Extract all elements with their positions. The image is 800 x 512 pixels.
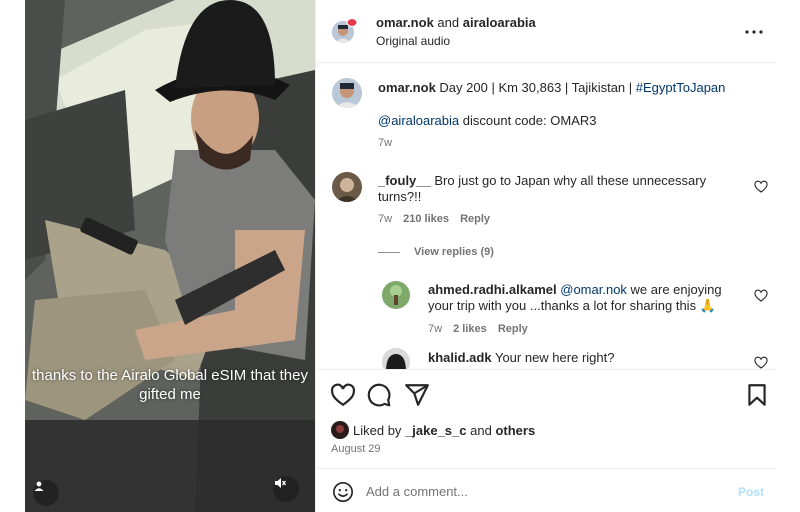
comment: ahmed.radhi.alkamel @omar.nok we are enj…: [428, 282, 738, 314]
caption-age[interactable]: 7w: [378, 137, 392, 149]
reply-button[interactable]: Reply: [460, 213, 490, 225]
mute-button[interactable]: [273, 476, 299, 502]
caption-text-2: discount code: OMAR3: [462, 113, 597, 128]
bookmark-icon[interactable]: [744, 382, 770, 408]
tagged-users-button[interactable]: [33, 480, 59, 506]
comment-composer: Post: [316, 468, 776, 512]
avatar[interactable]: [332, 78, 362, 108]
hashtag-link[interactable]: #EgyptToJapan: [636, 80, 726, 95]
post-header: omar.nok and airaloarabia Original audio: [316, 0, 776, 63]
person-icon: [34, 481, 44, 491]
collab-avatar[interactable]: [346, 15, 358, 27]
collab-username[interactable]: airaloarabia: [463, 15, 536, 30]
comment-meta: 7w 210 likes Reply: [378, 213, 498, 225]
post-side-panel: omar.nok and airaloarabia Original audio: [315, 0, 776, 512]
emoji-smiley-icon[interactable]: [332, 481, 354, 503]
liked-by-others[interactable]: others: [495, 423, 535, 438]
comment-username[interactable]: khalid.adk: [428, 350, 492, 365]
post-modal: thanks to the Airalo Global eSIM that th…: [0, 0, 800, 512]
profile-picture-icon: [382, 348, 410, 369]
caption-username[interactable]: omar.nok: [378, 80, 436, 95]
mention-link[interactable]: @omar.nok: [560, 282, 627, 297]
comment: khalid.adk Your new here right?: [428, 350, 738, 366]
reply-button[interactable]: Reply: [498, 323, 528, 335]
comment-username[interactable]: ahmed.radhi.alkamel: [428, 282, 557, 297]
audio-label[interactable]: Original audio: [376, 34, 450, 48]
view-replies-label: View replies (9): [414, 246, 494, 258]
mention-link[interactable]: @airaloarabia: [378, 113, 459, 128]
comment: _fouly__ Bro just go to Japan why all th…: [378, 173, 708, 205]
avatar[interactable]: [332, 172, 362, 202]
collab-logo-icon: [347, 19, 357, 26]
share-send-icon[interactable]: [404, 382, 430, 408]
profile-picture-icon: [332, 172, 362, 202]
avatar[interactable]: [382, 281, 410, 309]
heart-icon[interactable]: [754, 356, 768, 369]
video-frame-illustration: [25, 0, 315, 512]
profile-picture-icon: [382, 281, 410, 309]
comment-meta: 7w 2 likes Reply: [428, 323, 536, 335]
comment-likes[interactable]: 2 likes: [453, 323, 487, 335]
liked-by-and: and: [470, 422, 492, 438]
post-date[interactable]: August 29: [331, 443, 381, 455]
avatar[interactable]: [331, 421, 349, 439]
author-username[interactable]: omar.nok: [376, 15, 434, 30]
heart-icon[interactable]: [754, 180, 768, 194]
profile-picture-icon: [332, 78, 362, 108]
comment-input[interactable]: [366, 481, 716, 501]
comment-text: Your new here right?: [494, 350, 615, 365]
profile-picture-icon: [331, 421, 349, 439]
more-horizontal-icon: [745, 30, 763, 34]
comment-bubble-icon[interactable]: [366, 382, 392, 408]
caption-meta: 7w: [378, 137, 400, 149]
heart-icon[interactable]: [754, 289, 768, 303]
post-comment-button[interactable]: Post: [738, 485, 764, 499]
comment-age[interactable]: 7w: [378, 213, 392, 225]
post-caption-line2: @airaloarabia discount code: OMAR3: [378, 113, 758, 129]
post-actions: [316, 369, 776, 469]
comment-likes[interactable]: 210 likes: [403, 213, 449, 225]
post-caption: omar.nok Day 200 | Km 30,863 | Tajikista…: [378, 80, 758, 96]
post-header-title: omar.nok and airaloarabia: [376, 15, 536, 30]
speaker-muted-icon: [275, 478, 287, 488]
comment-age[interactable]: 7w: [428, 323, 442, 335]
comments-list[interactable]: omar.nok Day 200 | Km 30,863 | Tajikista…: [316, 64, 776, 369]
more-options-button[interactable]: [744, 22, 764, 42]
caption-text: Day 200 | Km 30,863 | Tajikistan |: [439, 80, 633, 95]
video-subtitle: thanks to the Airalo Global eSIM that th…: [32, 367, 308, 403]
avatar[interactable]: [382, 348, 410, 369]
comment-username[interactable]: _fouly__: [378, 173, 431, 188]
and-text: and: [437, 15, 460, 30]
liked-by-username[interactable]: _jake_s_c: [405, 423, 466, 438]
like-heart-icon[interactable]: [330, 382, 356, 408]
replies-divider: [378, 251, 400, 253]
likes-summary: Liked by _jake_s_c and others: [331, 421, 535, 439]
view-replies-button[interactable]: View replies (9): [378, 246, 494, 258]
reel-video[interactable]: thanks to the Airalo Global eSIM that th…: [25, 0, 315, 512]
liked-by-prefix: Liked by: [353, 422, 402, 438]
